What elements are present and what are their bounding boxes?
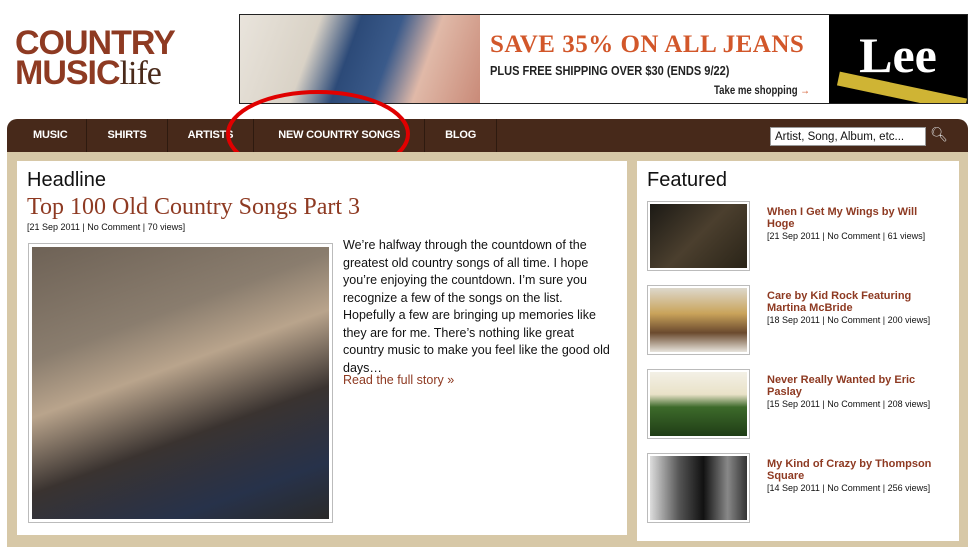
featured-item[interactable]: Never Really Wanted by Eric Paslay [15 Se… <box>767 374 947 410</box>
featured-item[interactable]: Care by Kid Rock Featuring Martina McBri… <box>767 290 947 326</box>
featured-meta: [21 Sep 2011 | No Comment | 61 views] <box>767 231 926 241</box>
article-excerpt: We’re halfway through the countdown of t… <box>343 238 610 375</box>
logo-music: MUSIC <box>15 54 121 92</box>
arrow-right-icon: → <box>800 83 810 97</box>
read-more-link[interactable]: Read the full story » <box>343 373 454 387</box>
article-meta: [21 Sep 2011 | No Comment | 70 views] <box>27 222 186 232</box>
featured-meta: [18 Sep 2011 | No Comment | 200 views] <box>767 315 931 325</box>
featured-title[interactable]: Never Really Wanted by Eric Paslay <box>767 374 915 398</box>
nav-blog[interactable]: BLOG <box>425 119 498 152</box>
site-logo[interactable]: COUNTRY MUSIClife <box>15 26 205 92</box>
featured-title[interactable]: Care by Kid Rock Featuring Martina McBri… <box>767 290 911 314</box>
featured-title[interactable]: My Kind of Crazy by Thompson Square <box>767 458 931 482</box>
featured-panel: Featured When I Get My Wings by Will Hog… <box>637 161 959 541</box>
article-image[interactable] <box>28 243 333 523</box>
featured-item[interactable]: My Kind of Crazy by Thompson Square [14 S… <box>767 458 947 494</box>
ad-cta[interactable]: Take me shopping → <box>714 83 810 97</box>
logo-life: life <box>119 55 162 92</box>
search-icon[interactable]: 🔍︎ <box>930 126 948 143</box>
featured-meta: [14 Sep 2011 | No Comment | 256 views] <box>767 483 931 493</box>
featured-thumb[interactable] <box>647 453 750 523</box>
main-nav: MUSIC SHIRTS ARTISTS NEW COUNTRY SONGS B… <box>7 119 968 152</box>
section-heading: Headline <box>27 169 106 191</box>
nav-music[interactable]: MUSIC <box>7 119 88 152</box>
featured-meta: [15 Sep 2011 | No Comment | 208 views] <box>767 399 931 409</box>
ad-cta-label: Take me shopping <box>714 83 798 97</box>
article-title[interactable]: Top 100 Old Country Songs Part 3 <box>27 194 360 221</box>
ad-headline: SAVE 35% ON ALL JEANS <box>490 31 805 58</box>
headline-panel: Headline Top 100 Old Country Songs Part … <box>17 161 627 535</box>
featured-item[interactable]: When I Get My Wings by Will Hoge [21 Sep … <box>767 206 947 242</box>
featured-heading: Featured <box>647 169 728 191</box>
featured-thumb[interactable] <box>647 285 750 355</box>
nav-shirts[interactable]: SHIRTS <box>87 119 168 152</box>
logo-line2: MUSIClife <box>15 55 205 92</box>
featured-thumb[interactable] <box>647 201 750 271</box>
featured-thumb[interactable] <box>647 369 750 439</box>
featured-title[interactable]: When I Get My Wings by Will Hoge <box>767 206 917 230</box>
ad-subline: PLUS FREE SHIPPING OVER $30 (ENDS 9/22) <box>490 63 730 78</box>
search-input[interactable] <box>770 127 926 146</box>
